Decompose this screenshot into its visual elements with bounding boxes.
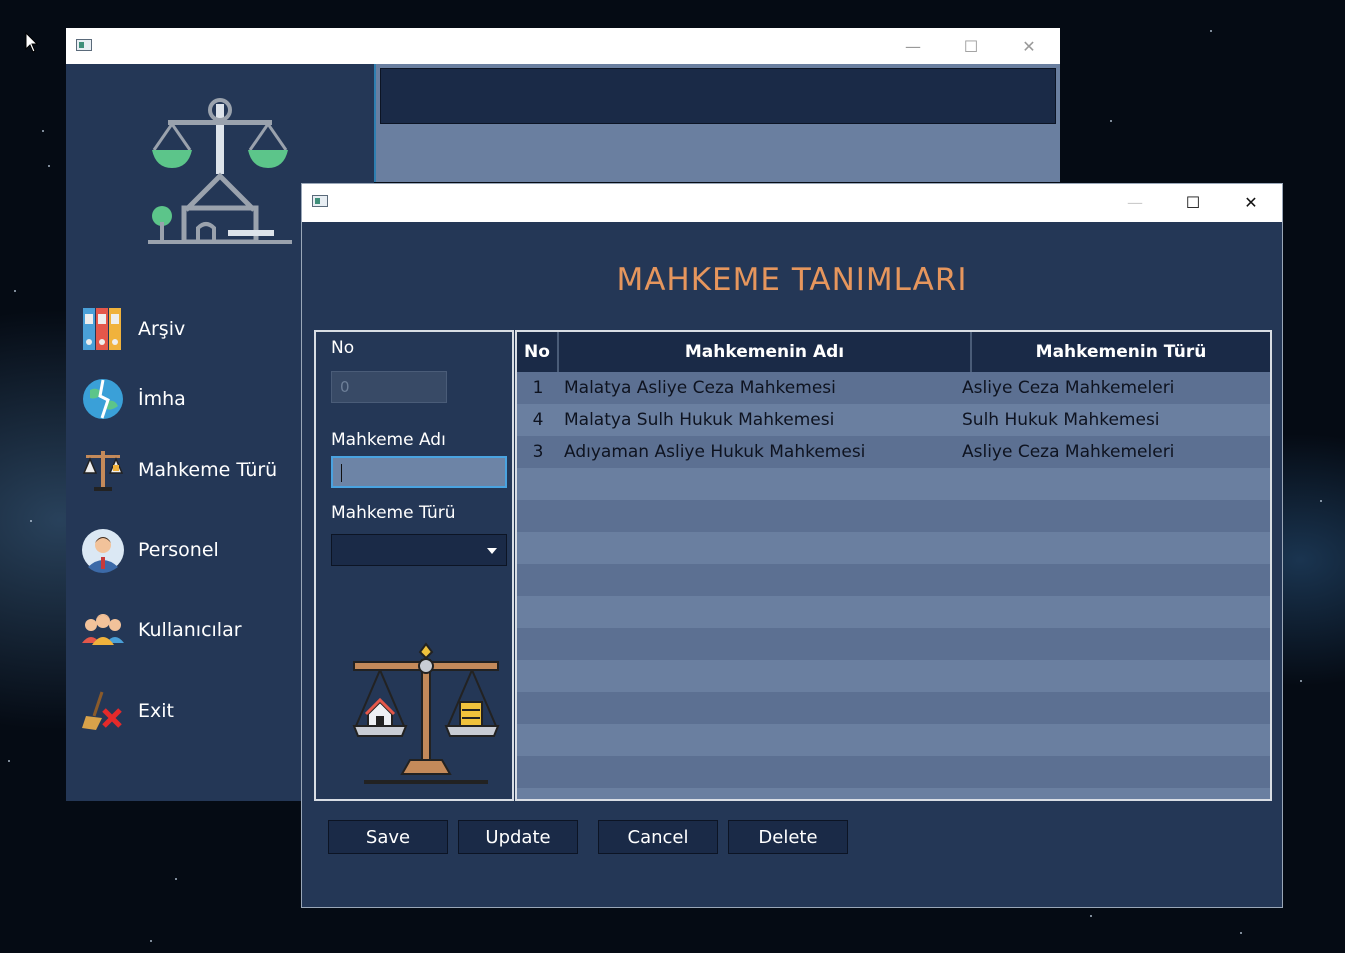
table-header: No Mahkemenin Adı Mahkemenin Türü <box>517 332 1270 372</box>
page-title: MAHKEME TANIMLARI <box>616 262 968 298</box>
empty-row <box>517 500 1270 532</box>
no-label: No <box>331 338 355 358</box>
table-body: 1 Malatya Asliye Ceza Mahkemesi Asliye C… <box>517 372 1270 799</box>
empty-row <box>517 628 1270 660</box>
main-content-area <box>374 64 1060 182</box>
sidebar-item-mahkeme-turu[interactable]: Mahkeme Türü <box>80 446 277 494</box>
chevron-down-icon <box>487 548 497 554</box>
court-name-label: Mahkeme Adı <box>331 430 446 450</box>
sidebar-item-kullanicilar[interactable]: Kullanıcılar <box>80 606 242 654</box>
close-icon[interactable]: ✕ <box>1222 184 1280 220</box>
close-icon[interactable]: ✕ <box>1000 28 1058 64</box>
court-type-dropdown[interactable] <box>331 534 507 566</box>
empty-row <box>517 596 1270 628</box>
empty-row <box>517 788 1270 799</box>
courthouse-logo-icon <box>148 98 292 244</box>
no-field: 0 <box>331 371 447 403</box>
update-button[interactable]: Update <box>458 820 578 854</box>
cell-no: 1 <box>532 378 544 398</box>
empty-row <box>517 564 1270 596</box>
cancel-button[interactable]: Cancel <box>598 820 718 854</box>
empty-row <box>517 532 1270 564</box>
save-button[interactable]: Save <box>328 820 448 854</box>
form-panel: No 0 Mahkeme Adı Mahkeme Türü <box>314 330 514 801</box>
cell-court-type: Asliye Ceza Mahkemeleri <box>962 442 1175 462</box>
empty-row <box>517 660 1270 692</box>
sidebar-item-label: Mahkeme Türü <box>138 459 278 481</box>
column-header-court-type[interactable]: Mahkemenin Türü <box>972 332 1270 372</box>
broom-exit-icon <box>80 688 126 734</box>
app-icon <box>312 195 328 207</box>
sidebar-item-label: Personel <box>138 539 219 561</box>
sidebar-item-label: Exit <box>138 700 174 722</box>
main-top-bar <box>380 68 1056 124</box>
court-name-field[interactable] <box>331 456 507 488</box>
sidebar-item-arsiv[interactable]: Arşiv <box>80 305 185 353</box>
sidebar-item-imha[interactable]: İmha <box>80 375 186 423</box>
sidebar-item-label: Kullanıcılar <box>138 619 242 641</box>
person-avatar-icon <box>80 527 126 573</box>
courts-table: No Mahkemenin Adı Mahkemenin Türü 1 Mala… <box>515 330 1272 801</box>
empty-row <box>517 724 1270 756</box>
delete-button[interactable]: Delete <box>728 820 848 854</box>
sidebar-item-exit[interactable]: Exit <box>80 687 174 735</box>
text-caret <box>341 464 342 482</box>
court-definitions-dialog: — ☐ ✕ MAHKEME TANIMLARI No 0 Mahkeme Adı… <box>301 183 1283 908</box>
main-window-titlebar[interactable]: — ☐ ✕ <box>66 28 1060 64</box>
cell-no: 3 <box>532 442 544 462</box>
court-type-label: Mahkeme Türü <box>331 503 456 523</box>
app-icon <box>76 39 92 51</box>
minimize-icon: — <box>1127 192 1143 212</box>
cell-no: 4 <box>532 410 544 430</box>
table-row[interactable]: 1 Malatya Asliye Ceza Mahkemesi Asliye C… <box>517 372 1270 404</box>
empty-row <box>517 756 1270 788</box>
minimize-icon[interactable]: — <box>884 28 942 64</box>
cell-court-name: Malatya Sulh Hukuk Mahkemesi <box>564 410 835 430</box>
empty-row <box>517 468 1270 500</box>
maximize-icon[interactable]: ☐ <box>942 28 1000 64</box>
mouse-cursor-icon <box>25 32 39 53</box>
column-header-no[interactable]: No <box>517 332 559 372</box>
scales-of-justice-icon <box>352 642 500 784</box>
shredded-globe-icon <box>80 376 126 422</box>
cell-court-type: Asliye Ceza Mahkemeleri <box>962 378 1175 398</box>
binders-icon <box>80 306 126 352</box>
cell-court-name: Adıyaman Asliye Hukuk Mahkemesi <box>564 442 866 462</box>
sidebar-item-personel[interactable]: Personel <box>80 526 219 574</box>
table-row[interactable]: 3 Adıyaman Asliye Hukuk Mahkemesi Asliye… <box>517 436 1270 468</box>
cell-court-type: Sulh Hukuk Mahkemesi <box>962 410 1160 430</box>
table-row[interactable]: 4 Malatya Sulh Hukuk Mahkemesi Sulh Huku… <box>517 404 1270 436</box>
users-group-icon <box>80 607 126 653</box>
column-header-court-name[interactable]: Mahkemenin Adı <box>559 332 972 372</box>
sidebar-item-label: Arşiv <box>138 318 186 340</box>
sidebar-item-label: İmha <box>138 388 186 410</box>
dialog-titlebar[interactable]: — ☐ ✕ <box>302 184 1282 222</box>
maximize-icon[interactable]: ☐ <box>1164 184 1222 220</box>
cell-court-name: Malatya Asliye Ceza Mahkemesi <box>564 378 836 398</box>
scales-icon <box>80 447 126 493</box>
empty-row <box>517 692 1270 724</box>
